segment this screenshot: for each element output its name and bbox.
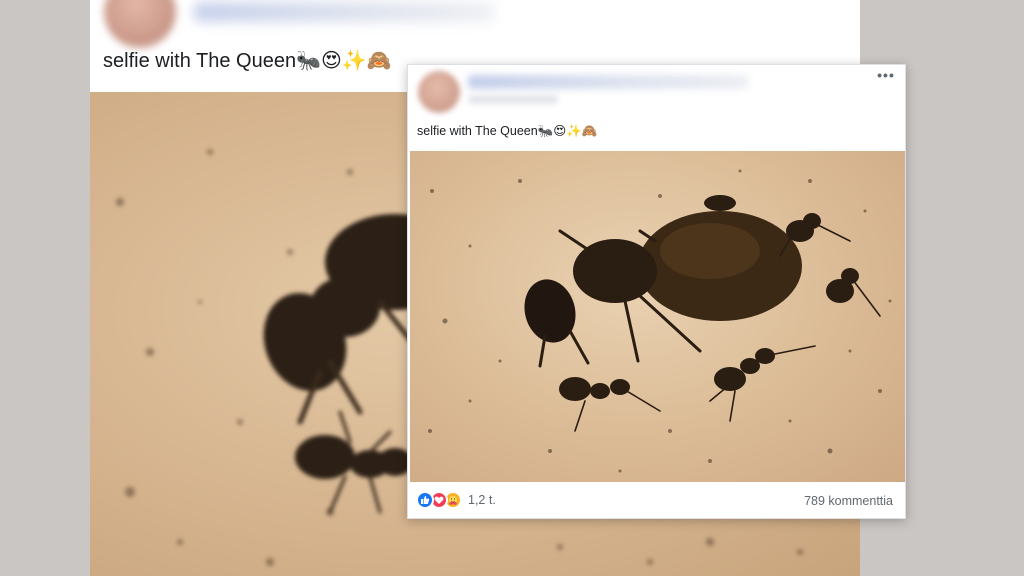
caption-text: selfie with The Queen — [103, 50, 297, 72]
blurred-avatar — [104, 0, 176, 48]
post-caption: selfie with The Queen🐜😍✨🙈 — [417, 123, 597, 139]
blurred-post-meta — [468, 95, 558, 104]
background-caption: selfie with The Queen🐜😍✨🙈 — [103, 48, 392, 73]
post-photo[interactable] — [410, 151, 905, 482]
like-icon — [416, 491, 434, 509]
caption-emojis: 🐜😍✨🙈 — [537, 124, 598, 138]
blurred-author-name[interactable] — [468, 75, 748, 89]
reaction-count: 1,2 t. — [468, 493, 496, 507]
ant-queen-photo — [428, 169, 892, 473]
blurred-avatar[interactable] — [418, 71, 460, 113]
comment-count-link[interactable]: 789 kommenttia — [804, 494, 893, 508]
reactions-summary[interactable]: 1,2 t. — [416, 491, 496, 509]
blurred-author-name — [194, 2, 494, 22]
caption-emojis: 🐜😍✨🙈 — [296, 50, 392, 72]
post-card: ••• selfie with The Queen🐜😍✨🙈 1,2 t. 789… — [407, 64, 906, 519]
more-options-button[interactable]: ••• — [875, 68, 897, 87]
post-footer: 1,2 t. 789 kommenttia — [408, 482, 905, 518]
caption-text: selfie with The Queen — [417, 124, 538, 138]
